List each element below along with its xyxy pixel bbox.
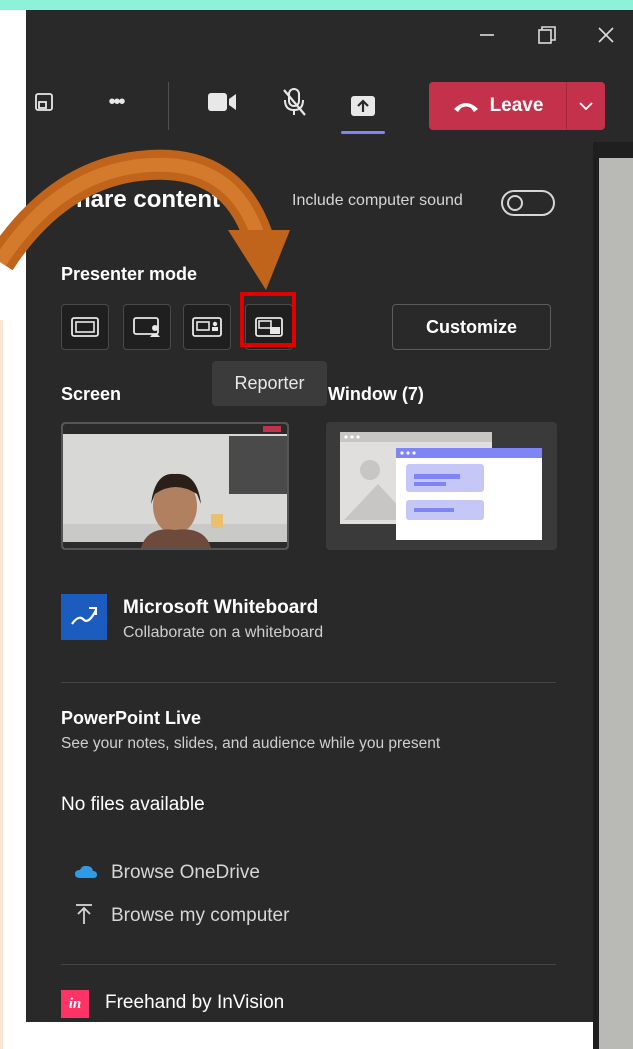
restore-icon[interactable]: [532, 20, 562, 50]
camera-icon[interactable]: [204, 84, 240, 120]
window-titlebar: [26, 10, 633, 58]
close-icon[interactable]: [591, 20, 621, 50]
freehand-link[interactable]: Freehand by InVision: [105, 992, 284, 1014]
customize-button[interactable]: Customize: [392, 304, 551, 350]
powerpoint-live-title: PowerPoint Live: [61, 708, 202, 728]
leave-button[interactable]: Leave: [429, 82, 566, 130]
minimize-icon[interactable]: [472, 20, 502, 50]
reporter-tooltip: Reporter: [212, 361, 327, 406]
reporter-highlight-box: [240, 292, 296, 347]
more-icon[interactable]: •••: [96, 86, 136, 118]
video-top-bar: [593, 142, 633, 158]
whiteboard-subtitle: Collaborate on a whiteboard: [123, 624, 324, 641]
mode-standout-button[interactable]: [123, 304, 171, 350]
hangup-icon: [453, 103, 478, 112]
background-teal: [0, 0, 633, 10]
invision-icon: in: [61, 990, 89, 1018]
no-files-label: No files available: [61, 794, 205, 815]
popout-icon[interactable]: [28, 86, 60, 118]
meeting-toolbar: ••• Leave: [26, 58, 633, 142]
divider: [61, 682, 556, 683]
leave-button-group: Leave: [429, 82, 605, 130]
screen-label: Screen: [61, 384, 122, 404]
include-sound-label: Include computer sound: [292, 192, 463, 209]
onedrive-icon: [74, 864, 98, 885]
screen-thumbnail[interactable]: [61, 422, 289, 550]
divider: [61, 964, 556, 965]
window-label: Window (7): [328, 384, 424, 404]
window-thumbnail[interactable]: [326, 422, 557, 550]
mode-side-by-side-button[interactable]: [183, 304, 231, 350]
whiteboard-icon[interactable]: [61, 594, 107, 640]
browse-onedrive-link[interactable]: Browse OneDrive: [111, 862, 260, 884]
side-by-side-icon: [192, 317, 222, 337]
toolbar-separator: [168, 82, 169, 130]
standout-icon: [133, 317, 160, 337]
leave-label: Leave: [489, 95, 544, 116]
chevron-down-icon: [579, 102, 593, 111]
content-only-icon: [71, 317, 99, 337]
mic-off-icon[interactable]: [276, 84, 312, 120]
background-bottom: [26, 1022, 593, 1049]
share-title: Share content: [60, 186, 221, 213]
leave-dropdown[interactable]: [567, 82, 605, 130]
presenter-mode-label: Presenter mode: [61, 264, 198, 284]
screen-preview-image: [63, 424, 287, 548]
upload-icon: [74, 902, 94, 931]
window-illustration: [340, 432, 542, 540]
background-edge: [0, 320, 3, 1049]
include-sound-toggle[interactable]: [501, 190, 555, 216]
browse-computer-link[interactable]: Browse my computer: [111, 905, 289, 927]
video-background: [593, 142, 633, 1049]
background-left: [0, 10, 26, 1049]
share-content-panel: Share content Include computer sound Pre…: [26, 142, 593, 1022]
share-active-indicator: [341, 131, 385, 134]
mode-content-only-button[interactable]: [61, 304, 109, 350]
powerpoint-live-subtitle: See your notes, slides, and audience whi…: [61, 735, 441, 752]
whiteboard-title[interactable]: Microsoft Whiteboard: [123, 597, 318, 619]
share-icon[interactable]: [345, 88, 381, 124]
